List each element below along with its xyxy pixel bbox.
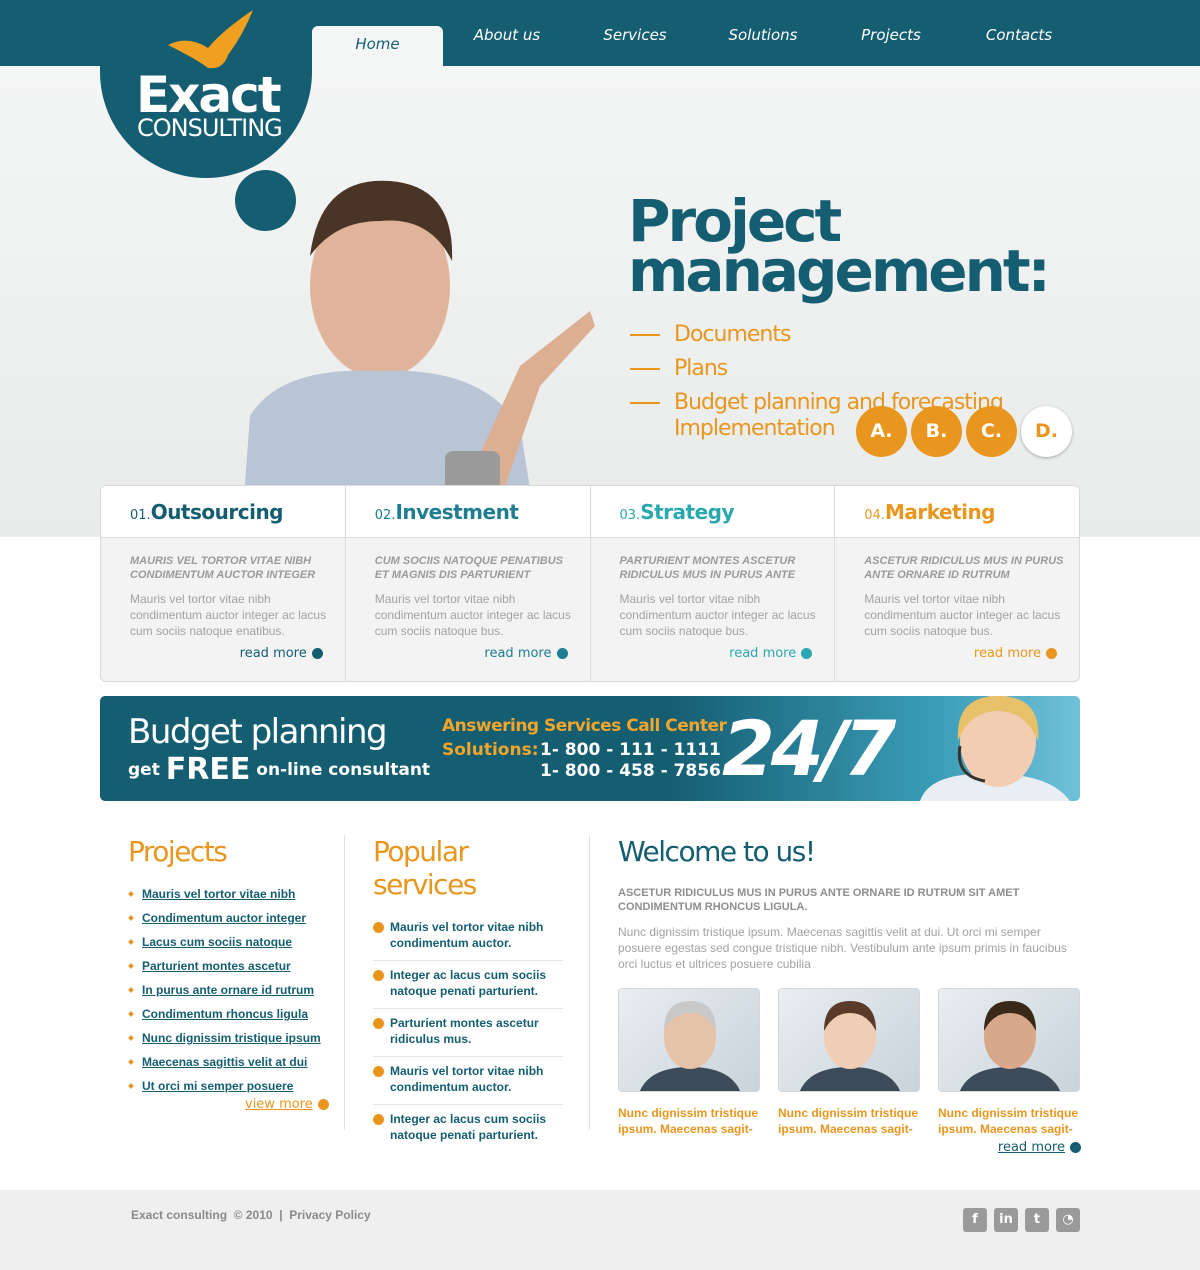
services-section: Popular services Mauris vel tortor vitae… <box>373 835 573 1152</box>
slide-a-button[interactable]: A. <box>856 406 907 457</box>
dot-icon <box>801 648 813 659</box>
nav-projects[interactable]: Projects <box>827 26 955 66</box>
read-more-link[interactable]: read more <box>974 646 1057 661</box>
hero-list-item: Plans <box>630 352 1003 386</box>
chat-icon[interactable]: ◔ <box>1056 1208 1080 1232</box>
card-marketing: 04.Marketing ASCETUR RIDICULUS MUS IN PU… <box>835 486 1079 681</box>
team-photo[interactable] <box>618 988 760 1092</box>
list-item: Ut orci mi semper posuere <box>128 1074 328 1098</box>
service-item[interactable]: Integer ac lacus cum sociis natoque pena… <box>373 1105 563 1152</box>
divider <box>344 835 345 1130</box>
list-item: Condimentum auctor integer <box>128 906 328 930</box>
facebook-icon[interactable]: f <box>963 1208 987 1232</box>
project-link[interactable]: Condimentum rhoncus ligula <box>142 1007 308 1021</box>
phone-numbers: 1- 800 - 111 - 1111 1- 800 - 458 - 7856 <box>540 740 721 781</box>
service-item[interactable]: Mauris vel tortor vitae nibh condimentum… <box>373 1057 563 1105</box>
list-item: Condimentum rhoncus ligula <box>128 1002 328 1026</box>
nav-contacts[interactable]: Contacts <box>955 26 1083 66</box>
list-item: Maecenas sagittis velit at dui <box>128 1050 328 1074</box>
dot-icon <box>1070 1142 1081 1153</box>
card-strategy: 03.Strategy PARTURIENT MONTES ASCETUR RI… <box>590 486 836 681</box>
dot-icon <box>1046 648 1057 659</box>
hero-title: Project management: <box>628 187 1051 305</box>
linkedin-icon[interactable]: in <box>994 1208 1018 1232</box>
welcome-section: Welcome to us! ASCETUR RIDICULUS MUS IN … <box>618 835 1081 1155</box>
slide-pager: A. B. C. D. <box>856 406 1072 457</box>
dot-icon <box>317 1099 329 1110</box>
card-title: Marketing <box>884 500 996 524</box>
projects-section: Projects Mauris vel tortor vitae nibh Con… <box>128 835 329 1112</box>
slide-c-button[interactable]: C. <box>966 406 1017 457</box>
services-list: Mauris vel tortor vitae nibh condimentum… <box>373 913 563 1152</box>
project-link[interactable]: Parturient montes ascetur <box>142 959 291 973</box>
slide-d-button[interactable]: D. <box>1021 406 1072 457</box>
footer: Exact consulting © 2010 | Privacy Policy… <box>0 1190 1200 1270</box>
card-investment: 02.Investment CUM SOCIIS NATOQUE PENATIB… <box>345 486 591 681</box>
logo-dot <box>235 170 296 231</box>
team-member: Nunc dignissim tristique ipsum. Maecenas… <box>938 988 1080 1137</box>
social-links: f in t ◔ <box>963 1208 1080 1232</box>
read-more-link[interactable]: read more <box>998 1140 1081 1155</box>
feature-cards: 01.Outsourcing MAURIS VEL TORTOR VITAE N… <box>100 485 1080 682</box>
read-more-link[interactable]: read more <box>240 646 323 661</box>
hero-list-item: Documents <box>630 318 1003 352</box>
card-outsourcing: 01.Outsourcing MAURIS VEL TORTOR VITAE N… <box>101 486 346 681</box>
team-member: Nunc dignissim tristique ipsum. Maecenas… <box>618 988 760 1137</box>
support-agent-image <box>920 696 1070 801</box>
card-title: Strategy <box>640 500 734 524</box>
dot-icon <box>556 648 568 659</box>
projects-list: Mauris vel tortor vitae nibh Condimentum … <box>128 882 328 1098</box>
list-item: Parturient montes ascetur <box>128 954 328 978</box>
service-item[interactable]: Integer ac lacus cum sociis natoque pena… <box>373 961 563 1009</box>
divider <box>589 835 590 1130</box>
service-item[interactable]: Parturient montes ascetur ridiculus mus. <box>373 1009 563 1057</box>
project-link[interactable]: In purus ante ornare id rutrum <box>142 983 314 997</box>
card-title: Outsourcing <box>150 500 284 524</box>
read-more-link[interactable]: read more <box>729 646 813 661</box>
card-title: Investment <box>395 500 519 524</box>
view-more-link[interactable]: view more <box>245 1097 329 1112</box>
team-member: Nunc dignissim tristique ipsum. Maecenas… <box>778 988 920 1137</box>
project-link[interactable]: Nunc dignissim tristique ipsum <box>142 1031 321 1045</box>
nav-solutions[interactable]: Solutions <box>699 26 827 66</box>
team-photo[interactable] <box>778 988 920 1092</box>
footer-copyright[interactable]: Exact consulting © 2010 | Privacy Policy <box>131 1208 371 1222</box>
nav-about-us[interactable]: About us <box>443 26 571 66</box>
list-item: Nunc dignissim tristique ipsum <box>128 1026 328 1050</box>
slide-b-button[interactable]: B. <box>911 406 962 457</box>
team-thumbnails: Nunc dignissim tristique ipsum. Maecenas… <box>618 988 1080 1137</box>
nav-home[interactable]: Home <box>312 26 443 66</box>
team-photo[interactable] <box>938 988 1080 1092</box>
project-link[interactable]: Lacus cum sociis natoque <box>142 935 292 949</box>
read-more-link[interactable]: read more <box>484 646 568 661</box>
list-item: In purus ante ornare id rutrum <box>128 978 328 1002</box>
main-nav: Home About us Services Solutions Project… <box>312 26 1083 66</box>
project-link[interactable]: Mauris vel tortor vitae nibh <box>142 887 295 901</box>
project-link[interactable]: Ut orci mi semper posuere <box>142 1079 293 1093</box>
project-link[interactable]: Maecenas sagittis velit at dui <box>142 1055 307 1069</box>
list-item: Mauris vel tortor vitae nibh <box>128 882 328 906</box>
twitter-icon[interactable]: t <box>1025 1208 1049 1232</box>
nav-services[interactable]: Services <box>571 26 699 66</box>
project-link[interactable]: Condimentum auctor integer <box>142 911 306 925</box>
service-item[interactable]: Mauris vel tortor vitae nibh condimentum… <box>373 913 563 961</box>
promo-banner[interactable]: Budget planning get FREE on-line consult… <box>100 696 1080 801</box>
dot-icon <box>311 648 323 659</box>
list-item: Lacus cum sociis natoque <box>128 930 328 954</box>
